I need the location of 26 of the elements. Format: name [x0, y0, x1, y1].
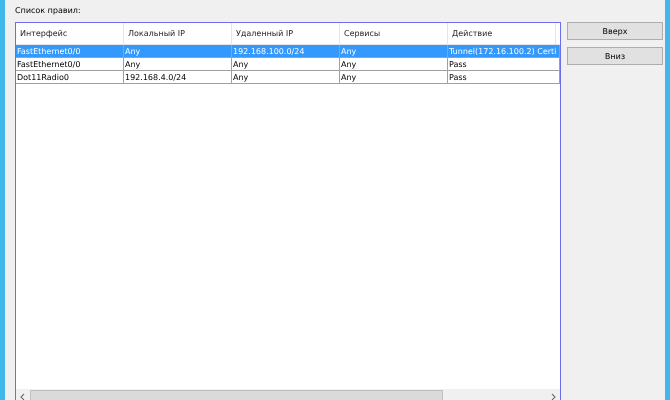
column-header[interactable]: Интерфейс: [16, 23, 124, 44]
table-cell: 192.168.100.0/24: [232, 45, 340, 58]
table-cell: Any: [124, 58, 232, 71]
column-header[interactable]: Действие: [448, 23, 556, 44]
table-cell: Tunnel(172.16.100.2) Certi: [448, 45, 560, 58]
table-cell: Dot11Radio0: [16, 71, 124, 84]
table-cell: FastEthernet0/0: [16, 45, 124, 58]
move-button[interactable]: Вверх: [567, 22, 663, 40]
table-cell: Pass: [448, 58, 560, 71]
table-cell: 192.168.4.0/24: [124, 71, 232, 84]
column-header[interactable]: Сервисы: [340, 23, 448, 44]
table-cell: Any: [340, 45, 448, 58]
table-cell: FastEthernet0/0: [16, 58, 124, 71]
list-label: Список правил:: [15, 6, 82, 17]
table-row[interactable]: Dot11Radio0 192.168.4.0/24 Any Any Pass: [16, 71, 560, 84]
column-header[interactable]: Локальный IP: [124, 23, 232, 44]
table-cell: Any: [340, 58, 448, 71]
move-button[interactable]: Вниз: [567, 47, 663, 65]
column-header[interactable]: Удаленный IP: [232, 23, 340, 44]
table-cell: Any: [232, 58, 340, 71]
table-cell: Any: [232, 71, 340, 84]
scroll-thumb[interactable]: [30, 390, 443, 400]
table-cell: Pass: [448, 71, 560, 84]
table-row[interactable]: FastEthernet0/0 Any Any Any Pass: [16, 58, 560, 71]
table-cell: Any: [340, 71, 448, 84]
table-cell: Any: [124, 45, 232, 58]
